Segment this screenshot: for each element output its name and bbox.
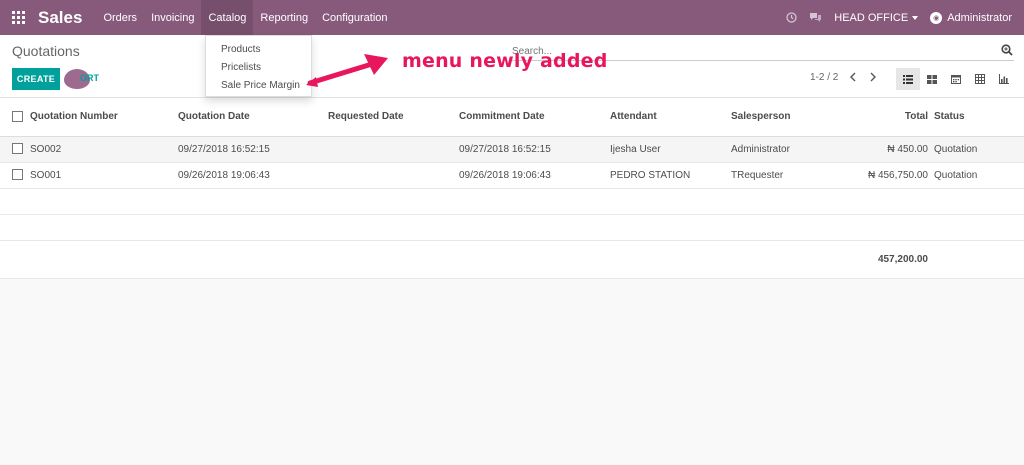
- col-requested-date[interactable]: Requested Date: [328, 98, 459, 137]
- top-menu: Orders Invoicing Catalog Reporting Confi…: [96, 0, 394, 35]
- activity-clock-icon[interactable]: [786, 12, 797, 23]
- user-avatar-icon: ◉: [930, 11, 943, 24]
- chevron-left-icon[interactable]: [846, 69, 860, 85]
- col-attendant[interactable]: Attendant: [610, 98, 731, 137]
- menu-configuration[interactable]: Configuration: [315, 0, 394, 35]
- menu-item-sale-price-margin[interactable]: Sale Price Margin: [206, 76, 311, 94]
- cell-quotation-date: 09/26/2018 19:06:43: [178, 162, 328, 189]
- menu-catalog[interactable]: Catalog: [201, 0, 254, 35]
- cell-commitment-date: 09/26/2018 19:06:43: [459, 162, 610, 189]
- company-switcher[interactable]: HEAD OFFICE: [834, 11, 919, 24]
- col-quotation-number[interactable]: Quotation Number: [30, 98, 178, 137]
- table-row[interactable]: SO001 09/26/2018 19:06:43 09/26/2018 19:…: [0, 162, 1024, 189]
- annotation-arrow-icon: [306, 54, 388, 87]
- breadcrumb: Quotations: [12, 43, 80, 59]
- cell-quotation-date: 09/27/2018 16:52:15: [178, 136, 328, 163]
- catalog-dropdown-menu: Products Pricelists Sale Price Margin: [205, 35, 312, 97]
- kanban-view-icon[interactable]: [920, 68, 944, 90]
- list-view-icon[interactable]: [896, 68, 920, 90]
- col-quotation-date[interactable]: Quotation Date: [178, 98, 328, 137]
- table-footer-row: 457,200.00: [0, 239, 1024, 279]
- cell-salesperson: TRequester: [731, 162, 855, 189]
- cell-requested-date: [328, 162, 459, 189]
- grand-total: 457,200.00: [855, 239, 934, 279]
- col-salesperson[interactable]: Salesperson: [731, 98, 855, 137]
- menu-reporting[interactable]: Reporting: [253, 0, 315, 35]
- table-header-row: Quotation Number Quotation Date Requeste…: [0, 98, 1024, 137]
- create-button[interactable]: CREATE: [12, 68, 60, 90]
- app-brand[interactable]: Sales: [36, 8, 96, 28]
- row-select-cell: [0, 162, 30, 189]
- graph-view-icon[interactable]: [992, 68, 1016, 90]
- col-status[interactable]: Status: [934, 98, 1024, 137]
- view-switcher: [896, 68, 1016, 90]
- cell-requested-date: [328, 136, 459, 163]
- row-checkbox[interactable]: [12, 143, 23, 155]
- menu-invoicing[interactable]: Invoicing: [144, 0, 201, 35]
- row-select-cell: [0, 136, 30, 163]
- cell-number: SO002: [30, 136, 178, 163]
- calendar-view-icon[interactable]: [944, 68, 968, 90]
- cell-status: Quotation: [934, 136, 1024, 163]
- annotation-text: menu newly added: [402, 50, 608, 72]
- cell-total: ₦ 456,750.00: [855, 162, 934, 189]
- list-view-content: Quotation Number Quotation Date Requeste…: [0, 98, 1024, 465]
- cell-total: ₦ 450.00: [855, 136, 934, 163]
- cell-number: SO001: [30, 162, 178, 189]
- navbar-right: HEAD OFFICE ◉ Administrator: [786, 0, 1012, 35]
- pager-value[interactable]: 1-2 / 2: [810, 72, 838, 83]
- col-commitment-date[interactable]: Commitment Date: [459, 98, 610, 137]
- cell-status: Quotation: [934, 162, 1024, 189]
- caret-down-icon: [912, 15, 919, 20]
- select-all-checkbox[interactable]: [12, 111, 23, 123]
- user-menu[interactable]: ◉ Administrator: [930, 11, 1012, 24]
- import-button[interactable]: ORT: [80, 73, 99, 83]
- menu-item-pricelists[interactable]: Pricelists: [206, 58, 311, 76]
- chevron-right-icon[interactable]: [866, 69, 880, 85]
- cell-salesperson: Administrator: [731, 136, 855, 163]
- pivot-view-icon[interactable]: [968, 68, 992, 90]
- empty-row: [0, 188, 1024, 215]
- cell-attendant: PEDRO STATION: [610, 162, 731, 189]
- empty-row: [0, 214, 1024, 241]
- main-navbar: Sales Orders Invoicing Catalog Reporting…: [0, 0, 1024, 35]
- menu-item-products[interactable]: Products: [206, 40, 311, 58]
- col-total[interactable]: Total: [855, 98, 934, 137]
- apps-menu-icon[interactable]: [0, 0, 36, 35]
- menu-orders[interactable]: Orders: [96, 0, 144, 35]
- company-name: HEAD OFFICE: [834, 11, 909, 24]
- select-all-cell: [0, 98, 30, 137]
- search-zoom-icon[interactable]: [1000, 43, 1014, 57]
- user-name: Administrator: [947, 11, 1012, 24]
- quotations-table: Quotation Number Quotation Date Requeste…: [0, 98, 1024, 279]
- cell-attendant: Ijesha User: [610, 136, 731, 163]
- cell-commitment-date: 09/27/2018 16:52:15: [459, 136, 610, 163]
- table-row[interactable]: SO002 09/27/2018 16:52:15 09/27/2018 16:…: [0, 136, 1024, 163]
- row-checkbox[interactable]: [12, 169, 23, 181]
- chat-bubbles-icon[interactable]: [809, 12, 822, 23]
